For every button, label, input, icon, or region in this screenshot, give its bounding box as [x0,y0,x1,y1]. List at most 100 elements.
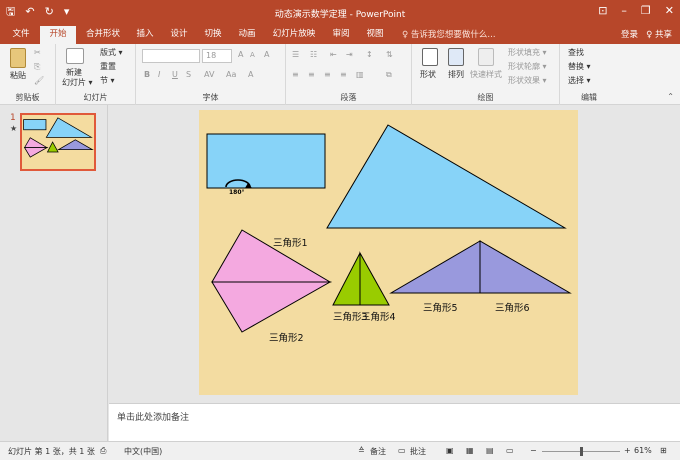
text-direction-icon[interactable]: ⇅ [386,50,393,59]
notes-placeholder[interactable]: 单击此处添加备注 [117,410,189,423]
replace-button[interactable]: 替换 ▾ [568,61,591,72]
reading-view-icon[interactable]: ▤ [486,446,494,455]
new-slide-icon[interactable] [66,48,84,64]
blue-rectangle[interactable] [206,133,326,189]
close-icon[interactable]: ✕ [665,4,674,18]
underline-button[interactable]: U [172,70,178,79]
new-slide-dropdown[interactable]: 幻灯片 ▾ [62,77,93,88]
fit-slide-icon[interactable]: ⊞ [660,446,667,455]
tab-file[interactable]: 文件 [4,26,38,44]
triangle-1-shape[interactable] [211,229,332,283]
find-button[interactable]: 查找 [568,47,584,58]
align-right-icon[interactable]: ≡ [324,70,331,79]
cut-icon[interactable]: ✂ [34,48,41,57]
section-button[interactable]: 节 ▾ [100,75,115,86]
paste-button[interactable]: 粘贴 [10,70,26,81]
clipboard-group: 粘贴 ✂ ⎘ 🖌 剪贴板 [0,44,56,105]
format-painter-icon[interactable]: 🖌 [34,76,44,85]
collapse-ribbon-icon[interactable]: ⌃ [667,92,674,101]
font-size-combo[interactable]: 18 [202,49,232,63]
tab-slideshow[interactable]: 幻灯片放映 [266,26,322,44]
tab-insert[interactable]: 插入 [130,26,160,44]
slideshow-icon[interactable]: ▭ [506,446,514,455]
tab-review[interactable]: 审阅 [326,26,356,44]
font-name-combo[interactable] [142,49,200,63]
shapes-icon[interactable] [422,48,438,66]
select-button[interactable]: 选择 ▾ [568,75,591,86]
numbering-icon[interactable]: ☷ [310,50,317,59]
triangle-4-shape[interactable] [359,251,390,306]
grow-font-icon[interactable]: A [238,50,243,59]
share-button[interactable]: ♀ 共享 [646,28,672,42]
strikethrough-button[interactable]: S [186,70,191,79]
increase-indent-icon[interactable]: ⇥ [346,50,353,59]
notes-icon[interactable]: ≙ [358,446,365,455]
restore-icon[interactable]: ❐ [641,4,651,18]
paste-icon[interactable] [10,48,26,68]
line-spacing-icon[interactable]: ↕ [366,50,373,59]
align-center-icon[interactable]: ≡ [308,70,315,79]
tab-merge-shapes[interactable]: 合并形状 [80,26,126,44]
language-indicator[interactable]: 中文(中国) [124,446,162,457]
bold-button[interactable]: B [144,70,150,79]
tab-animations[interactable]: 动画 [232,26,262,44]
slide-sorter-icon[interactable]: ▦ [466,446,474,455]
shape-effects-button[interactable]: 形状效果 ▾ [508,75,547,86]
shrink-font-icon[interactable]: A [250,51,255,59]
thumbnail-pane: 1 ★ [0,105,108,441]
zoom-out-icon[interactable]: − [530,446,537,455]
comments-icon[interactable]: ▭ [398,446,406,455]
shape-fill-button[interactable]: 形状填充 ▾ [508,47,547,58]
signin-link[interactable]: 登录 [621,28,638,42]
clipboard-label: 剪贴板 [15,93,40,102]
char-spacing-icon[interactable]: AV [204,70,214,79]
arrange-button[interactable]: 排列 [448,69,464,80]
triangle-6-label: 三角形6 [495,302,530,314]
triangle-5-shape[interactable] [389,240,481,294]
slide-position: 幻灯片 第 1 张，共 1 张 [8,447,95,456]
reset-button[interactable]: 重置 [100,61,116,72]
decrease-indent-icon[interactable]: ⇤ [330,50,337,59]
quick-styles-button[interactable]: 快速样式 [470,69,502,80]
zoom-slider-thumb[interactable] [580,447,583,456]
slide-thumbnail[interactable] [20,113,96,171]
shape-outline-button[interactable]: 形状轮廓 ▾ [508,61,547,72]
triangle-3-shape[interactable] [332,252,361,306]
font-color-icon[interactable]: A [248,70,253,79]
notes-button[interactable]: 备注 [370,446,386,457]
smartart-icon[interactable]: ⧉ [386,70,392,80]
justify-icon[interactable]: ≡ [340,70,347,79]
spellcheck-icon[interactable]: ⎙ [100,446,106,456]
triangle-6-shape[interactable] [479,240,572,294]
font-group: 18 A A A B I U S AV Aa A 字体 [136,44,286,105]
tell-me-search[interactable]: ♀ 告诉我您想要做什么... [402,28,496,42]
zoom-in-icon[interactable]: + [624,446,631,455]
italic-button[interactable]: I [158,70,160,79]
tab-view[interactable]: 视图 [360,26,390,44]
editing-group: 查找 替换 ▾ 选择 ▾ 编辑 [560,44,618,105]
slide[interactable]: 180° 三角形1 三角形2 三角形3 三角形4 三角形5 三角形6 [199,110,578,395]
notes-pane[interactable]: 单击此处添加备注 [109,403,680,441]
arrange-icon[interactable] [448,48,464,66]
quick-styles-icon[interactable] [478,48,494,66]
bullets-icon[interactable]: ☰ [292,50,299,59]
zoom-level[interactable]: 61% [634,446,652,455]
comments-button[interactable]: 批注 [410,446,426,457]
align-left-icon[interactable]: ≡ [292,70,299,79]
copy-icon[interactable]: ⎘ [34,62,40,72]
normal-view-icon[interactable]: ▣ [446,446,454,455]
big-blue-triangle[interactable] [326,124,567,229]
paragraph-group: ☰ ☷ ⇤ ⇥ ↕ ⇅ ≡ ≡ ≡ ≡ ▥ ⧉ 段落 [286,44,412,105]
tab-transitions[interactable]: 切换 [198,26,228,44]
change-case-icon[interactable]: Aa [226,70,236,79]
columns-icon[interactable]: ▥ [356,70,364,79]
layout-button[interactable]: 版式 ▾ [100,47,123,58]
tab-home[interactable]: 开始 [40,26,76,44]
shapes-button[interactable]: 形状 [420,69,436,80]
minimize-icon[interactable]: – [621,4,627,18]
ribbon-display-icon[interactable]: ⊡ [598,4,607,18]
clear-format-icon[interactable]: A [264,50,269,59]
tab-design[interactable]: 设计 [164,26,194,44]
slides-label: 幻灯片 [83,93,108,102]
triangle-2-shape[interactable] [211,281,332,333]
